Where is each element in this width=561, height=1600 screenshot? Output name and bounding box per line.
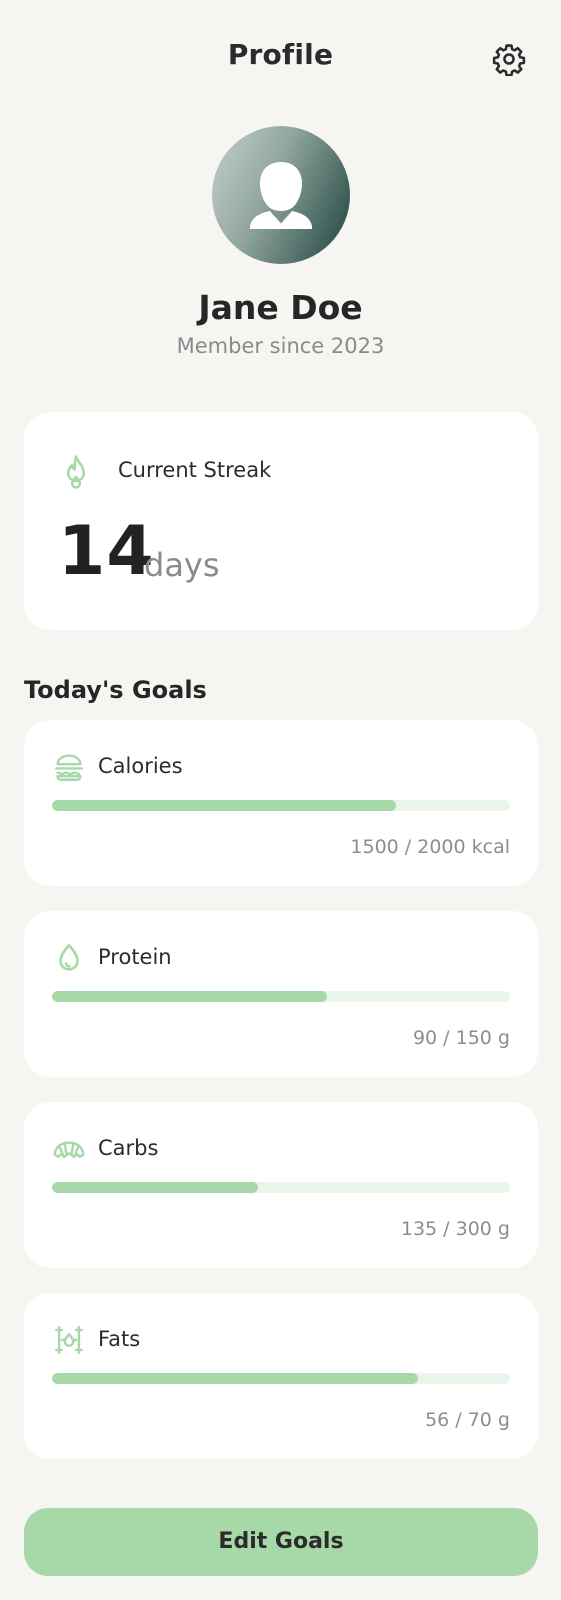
goal-value: 1500 / 2000 kcal [350, 836, 510, 858]
edit-goals-button[interactable]: Edit Goals [24, 1508, 538, 1576]
user-avatar-icon [250, 162, 312, 229]
streak-label: Current Streak [118, 458, 272, 482]
goal-card-carbs[interactable]: Carbs 135 / 300 g [24, 1102, 538, 1268]
goal-card-protein[interactable]: Protein 90 / 150 g [24, 911, 538, 1077]
goal-value: 56 / 70 g [425, 1409, 510, 1431]
goal-name: Calories [98, 754, 183, 778]
progress-fill [52, 991, 327, 1002]
progress-track [52, 1373, 510, 1384]
avatar[interactable] [212, 126, 350, 264]
flame-icon [60, 454, 92, 490]
burger-icon [52, 750, 86, 784]
streak-count: 14 [58, 512, 155, 591]
drop-icon [52, 941, 86, 975]
goal-card-calories[interactable]: Calories 1500 / 2000 kcal [24, 720, 538, 886]
croissant-icon [52, 1132, 86, 1166]
progress-track [52, 800, 510, 811]
progress-track [52, 1182, 510, 1193]
progress-fill [52, 1182, 259, 1193]
goal-name: Fats [98, 1327, 141, 1351]
profile-name: Jane Doe [198, 288, 363, 327]
streak-card: Current Streak 14 days [24, 412, 538, 630]
goal-value: 90 / 150 g [412, 1027, 510, 1049]
streak-unit: days [144, 546, 220, 584]
progress-track [52, 991, 510, 1002]
goal-name: Carbs [98, 1136, 159, 1160]
goals-section-title: Today's Goals [24, 676, 207, 704]
member-since: Member since 2023 [176, 334, 385, 358]
oil-drop-icon [52, 1323, 86, 1357]
gear-icon[interactable] [492, 42, 526, 77]
goal-name: Protein [98, 945, 172, 969]
page-title: Profile [227, 38, 334, 71]
top-bar: Profile [0, 0, 561, 118]
progress-fill [52, 800, 396, 811]
goal-card-fats[interactable]: Fats 56 / 70 g [24, 1293, 538, 1459]
goal-value: 135 / 300 g [400, 1218, 510, 1240]
progress-fill [52, 1373, 419, 1384]
